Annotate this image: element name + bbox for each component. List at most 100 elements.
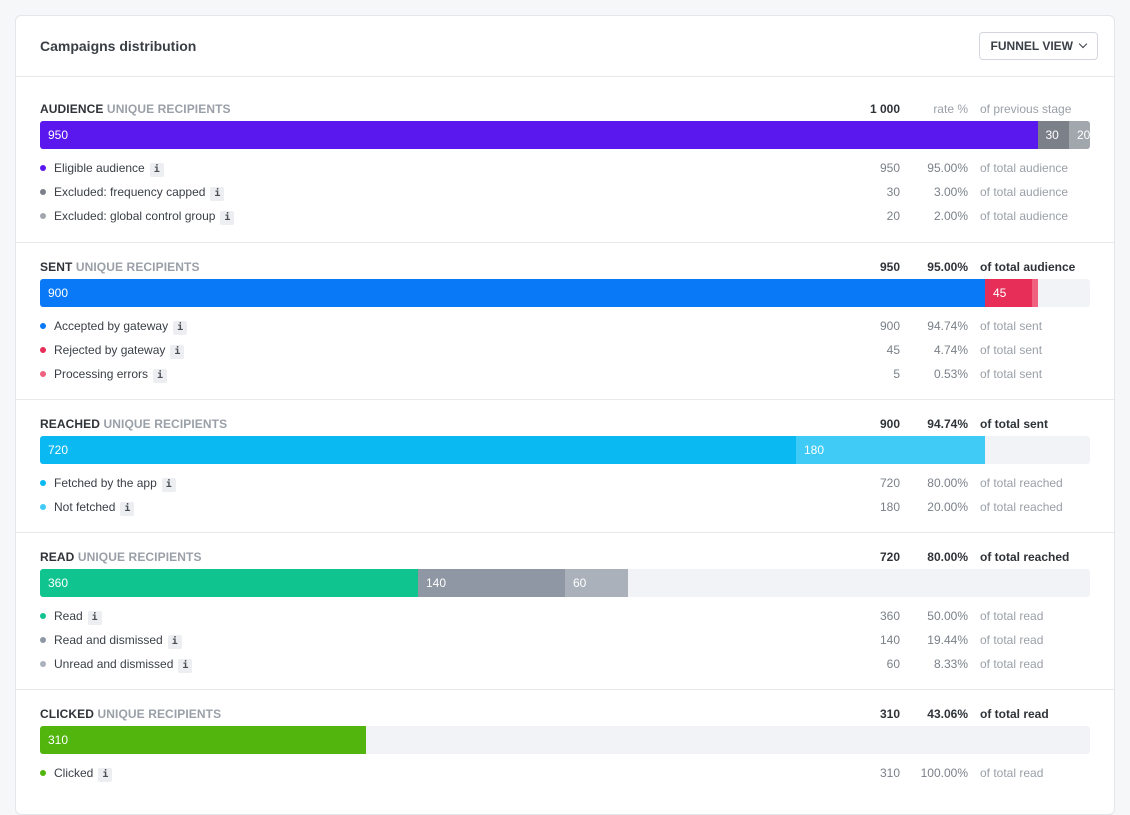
section-reached: REACHED UNIQUE RECIPIENTS 900 94.74% of …: [16, 400, 1114, 533]
row-rate-basis: of total sent: [980, 367, 1043, 381]
info-icon[interactable]: i: [149, 163, 164, 177]
row-rate: 80.00%: [927, 476, 968, 490]
section-header: SENT UNIQUE RECIPIENTS 950 95.00% of tot…: [40, 260, 1090, 276]
bar-segment: 950: [40, 121, 1038, 149]
section-rate-basis: of total reached: [980, 550, 1070, 564]
row-label: Processing errors: [54, 367, 149, 381]
section-rate-basis: of total audience: [980, 260, 1076, 274]
row-count: 30: [886, 185, 900, 199]
bar-segment: 45: [985, 279, 1033, 307]
row-rate-basis: of total read: [980, 657, 1044, 671]
row-label: Excluded: global control group: [54, 209, 216, 223]
row-rate: 94.74%: [927, 319, 968, 333]
info-icon[interactable]: i: [173, 321, 188, 335]
read-bar: 360 140 60: [40, 569, 1090, 597]
row-label: Clicked: [54, 766, 94, 780]
breakdown-row: Read i 360 50.00% of total read: [40, 607, 1090, 625]
row-label: Read: [54, 609, 83, 623]
row-rate-basis: of total read: [980, 609, 1044, 623]
legend-dot: [40, 770, 46, 776]
breakdown-row: Rejected by gateway i 45 4.74% of total sent: [40, 341, 1090, 359]
row-count: 900: [879, 319, 900, 333]
row-count: 720: [879, 476, 900, 490]
legend-dot: [40, 637, 46, 643]
section-header: READ UNIQUE RECIPIENTS 720 80.00% of tot…: [40, 550, 1090, 566]
row-rate-basis: of total audience: [980, 161, 1069, 175]
info-icon[interactable]: i: [170, 345, 185, 359]
section-rate: 95.00%: [927, 260, 968, 274]
clicked-bar: 310: [40, 726, 1090, 754]
row-count: 360: [879, 609, 900, 623]
section-clicked: CLICKED UNIQUE RECIPIENTS 310 43.06% of …: [16, 690, 1114, 810]
info-icon[interactable]: i: [178, 659, 193, 673]
row-count: 5: [893, 367, 900, 381]
legend-dot: [40, 661, 46, 667]
legend-dot: [40, 165, 46, 171]
row-count: 60: [886, 657, 900, 671]
legend-dot: [40, 613, 46, 619]
row-rate-basis: of total sent: [980, 319, 1043, 333]
section-rate: 94.74%: [927, 417, 968, 431]
bar-segment: 140: [418, 569, 565, 597]
breakdown-row: Read and dismissed i 140 19.44% of total rea…: [40, 631, 1090, 649]
row-label: Rejected by gateway: [54, 343, 166, 357]
row-rate-basis: of total audience: [980, 185, 1069, 199]
section-sent: SENT UNIQUE RECIPIENTS 950 95.00% of tot…: [16, 243, 1114, 400]
section-title: SENT UNIQUE RECIPIENTS: [40, 260, 200, 274]
row-rate: 100.00%: [920, 766, 968, 780]
info-icon[interactable]: i: [220, 211, 235, 225]
row-label: Excluded: frequency capped: [54, 185, 206, 199]
sent-bar: 900 45: [40, 279, 1090, 307]
section-rate: rate %: [933, 102, 968, 116]
row-rate-basis: of total read: [980, 766, 1044, 780]
legend-dot: [40, 323, 46, 329]
breakdown-row: Unread and dismissed i 60 8.33% of total rea…: [40, 655, 1090, 673]
row-rate: 8.33%: [933, 657, 968, 671]
section-rate: 43.06%: [927, 707, 968, 721]
section-count: 310: [879, 707, 900, 721]
section-title: AUDIENCE UNIQUE RECIPIENTS: [40, 102, 231, 116]
section-count: 1 000: [869, 102, 900, 116]
bar-segment: 720: [40, 436, 796, 464]
row-rate-basis: of total sent: [980, 343, 1043, 357]
info-icon[interactable]: i: [153, 369, 168, 383]
row-count: 140: [879, 633, 900, 647]
legend-dot: [40, 480, 46, 486]
breakdown-row: Processing errors i 5 0.53% of total sent: [40, 365, 1090, 383]
card-header: Campaigns distribution FUNNEL VIEW: [16, 16, 1114, 77]
breakdown-row: Eligible audience i 950 95.00% of total audi…: [40, 159, 1090, 177]
card-title: Campaigns distribution: [40, 38, 197, 54]
row-label: Fetched by the app: [54, 476, 157, 490]
audience-bar: 950 30 20: [40, 121, 1090, 149]
bar-segment: [1032, 279, 1038, 307]
info-icon[interactable]: i: [120, 502, 135, 516]
info-icon[interactable]: i: [87, 611, 102, 625]
bar-segment: 60: [565, 569, 628, 597]
breakdown-row: Not fetched i 180 20.00% of total reached: [40, 498, 1090, 516]
section-title: REACHED UNIQUE RECIPIENTS: [40, 417, 228, 431]
section-audience: AUDIENCE UNIQUE RECIPIENTS 1 000 rate % …: [16, 77, 1114, 243]
reached-bar: 720 180: [40, 436, 1090, 464]
bar-segment: 30: [1037, 121, 1069, 149]
row-rate-basis: of total read: [980, 633, 1044, 647]
row-label: Read and dismissed: [54, 633, 163, 647]
breakdown-row: Clicked i 310 100.00% of total read: [40, 764, 1090, 782]
section-header: CLICKED UNIQUE RECIPIENTS 310 43.06% of …: [40, 707, 1090, 723]
funnel-view-label: FUNNEL VIEW: [990, 39, 1073, 53]
section-read: READ UNIQUE RECIPIENTS 720 80.00% of tot…: [16, 533, 1114, 690]
legend-dot: [40, 213, 46, 219]
row-rate: 95.00%: [927, 161, 968, 175]
info-icon[interactable]: i: [161, 478, 176, 492]
section-rate-basis: of total read: [980, 707, 1049, 721]
row-count: 180: [879, 500, 900, 514]
campaigns-distribution-card: Campaigns distribution FUNNEL VIEW AUDIE…: [15, 15, 1115, 815]
section-rate: 80.00%: [927, 550, 968, 564]
section-count: 720: [879, 550, 900, 564]
row-label: Not fetched: [54, 500, 116, 514]
legend-dot: [40, 347, 46, 353]
info-icon[interactable]: i: [210, 187, 225, 201]
legend-dot: [40, 371, 46, 377]
funnel-view-dropdown[interactable]: FUNNEL VIEW: [978, 32, 1098, 60]
info-icon[interactable]: i: [98, 768, 113, 782]
info-icon[interactable]: i: [167, 635, 182, 649]
